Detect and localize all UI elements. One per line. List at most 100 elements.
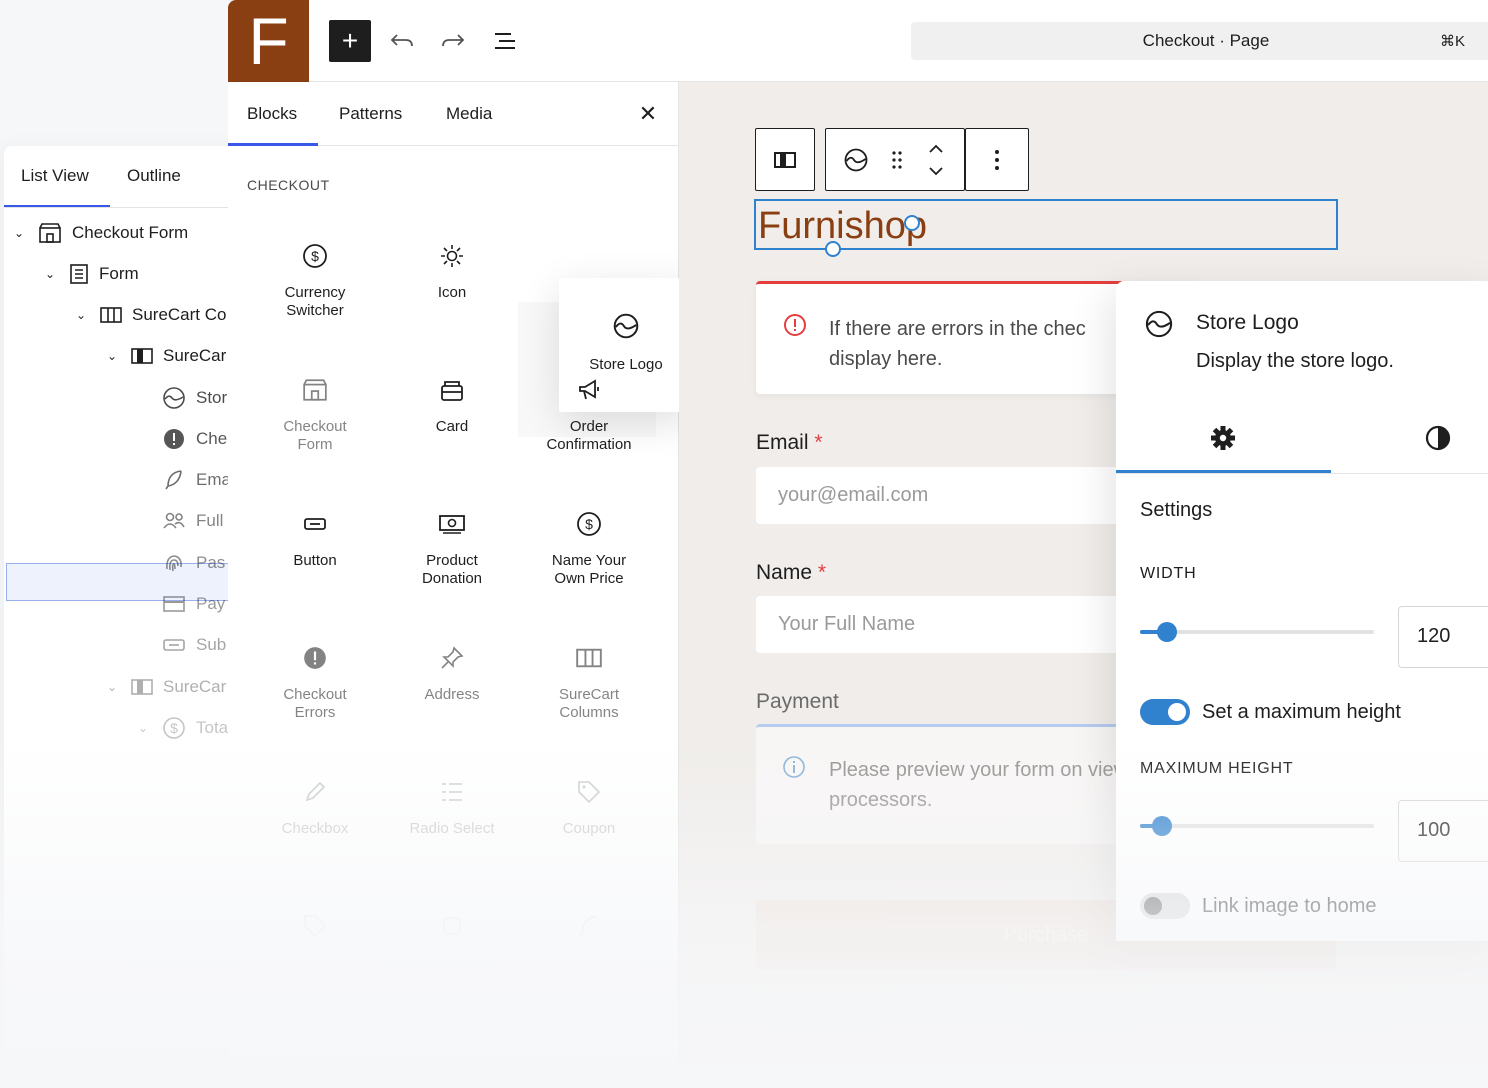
block-checkout-errors[interactable]: Checkout Errors	[250, 614, 380, 734]
list-item-label: SureCar	[163, 346, 227, 365]
width-slider-thumb[interactable]	[1157, 622, 1177, 642]
tab-patterns[interactable]: Patterns	[339, 82, 402, 146]
name-label-text: Name	[756, 561, 813, 584]
chevron-down-icon[interactable]: ⌄	[76, 308, 90, 322]
move-up-down-icon[interactable]	[908, 130, 964, 190]
toggle-knob	[1144, 897, 1162, 915]
list-item-label: Form	[99, 264, 139, 283]
chevron-down-icon[interactable]: ⌄	[138, 721, 152, 735]
block-checkout-form[interactable]: Checkout Form	[250, 346, 380, 466]
block-coupon[interactable]: Coupon	[524, 748, 654, 868]
tab-blocks[interactable]: Blocks	[247, 82, 297, 146]
width-input[interactable]: 120	[1398, 606, 1488, 668]
list-item[interactable]: Pas	[162, 543, 225, 583]
list-item[interactable]: ⌄ $ Tota	[138, 708, 228, 748]
chevron-down-icon[interactable]: ⌄	[107, 680, 121, 694]
resize-handle-bottom[interactable]	[825, 241, 841, 257]
tag-icon	[301, 912, 329, 940]
redo-icon[interactable]	[438, 26, 468, 56]
list-item-label: Che	[196, 429, 228, 448]
block-faded	[387, 882, 517, 1002]
list-item[interactable]: Sub	[162, 625, 226, 665]
list-item[interactable]: ⌄ SureCar	[107, 667, 226, 707]
email-label-text: Email	[756, 431, 809, 454]
currency-icon: $	[301, 242, 329, 270]
block-type-button[interactable]	[826, 130, 886, 190]
list-item[interactable]: ⌄ Form	[45, 254, 139, 294]
shortcut-hint: ⌘K	[1439, 33, 1465, 50]
chevron-down-icon[interactable]: ⌄	[107, 349, 121, 363]
columns-icon	[100, 306, 122, 324]
site-logo-button[interactable]: F	[228, 0, 309, 82]
block-label: SureCart Columns	[558, 686, 620, 721]
store-logo-block[interactable]: Furnishop	[754, 199, 1338, 257]
list-item-label: Sub	[196, 635, 227, 654]
list-item[interactable]: Pay	[162, 584, 225, 624]
list-item[interactable]: ⌄ SureCar	[107, 336, 226, 376]
block-name-your-own-price[interactable]: $ Name Your Own Price	[524, 480, 654, 600]
more-options-icon[interactable]	[966, 130, 1028, 190]
styles-contrast-icon[interactable]	[1424, 424, 1452, 452]
block-icon[interactable]: Icon	[387, 212, 517, 332]
name-label: Name *	[756, 561, 826, 585]
block-product-donation[interactable]: Product Donation	[387, 480, 517, 600]
document-overview-icon[interactable]	[490, 26, 520, 56]
column-icon	[131, 347, 153, 365]
list-item[interactable]: ⌄ Checkout Form	[14, 213, 188, 253]
svg-text:$: $	[170, 720, 178, 736]
store-icon	[38, 222, 62, 244]
block-currency-switcher[interactable]: $ Currency Switcher	[250, 212, 380, 332]
tab-list-view[interactable]: List View	[4, 146, 110, 207]
block-label: Coupon	[562, 820, 616, 837]
max-height-slider-thumb[interactable]	[1152, 816, 1172, 836]
pencil-icon	[301, 778, 329, 806]
block-description: Display the store logo.	[1196, 350, 1394, 372]
svg-text:$: $	[585, 516, 593, 532]
gear-icon[interactable]	[1209, 424, 1237, 452]
select-parent-button[interactable]	[756, 130, 814, 190]
block-card[interactable]: Card	[387, 346, 517, 466]
block-inserter: Blocks Patterns Media ✕ CHECKOUT $ Curre…	[228, 82, 693, 1088]
block-radio-select[interactable]: Radio Select	[387, 748, 517, 868]
block-address[interactable]: Address	[387, 614, 517, 734]
command-palette-bar[interactable]: Checkout · Page ⌘K	[911, 22, 1488, 60]
link-to-home-toggle[interactable]	[1140, 893, 1190, 919]
list-item[interactable]: Full	[162, 501, 223, 541]
list-item-label: Stor	[196, 388, 228, 407]
block-label: Card	[435, 418, 469, 435]
megaphone-icon	[575, 376, 603, 404]
list-item[interactable]: Ema	[162, 460, 231, 500]
undo-icon[interactable]	[387, 26, 417, 56]
list-item-label: SureCart Co	[132, 305, 227, 324]
inserter-tabs: Blocks Patterns Media ✕	[228, 82, 678, 146]
chevron-down-icon[interactable]: ⌄	[45, 267, 59, 281]
block-button[interactable]: Button	[250, 480, 380, 600]
block-checkbox[interactable]: Checkbox	[250, 748, 380, 868]
block-faded	[250, 882, 380, 1002]
tab-outline[interactable]: Outline	[110, 146, 198, 207]
tab-media[interactable]: Media	[446, 82, 492, 146]
store-logo-icon	[843, 147, 869, 173]
currency-icon: $	[575, 510, 603, 538]
max-height-toggle[interactable]	[1140, 699, 1190, 725]
max-height-slider[interactable]	[1140, 816, 1374, 836]
drag-handle-icon[interactable]	[886, 130, 908, 190]
resize-handle-right[interactable]	[904, 215, 920, 231]
block-settings-sidebar: Store Logo Display the store logo. Setti…	[1116, 281, 1488, 941]
chevron-down-icon[interactable]: ⌄	[14, 226, 28, 240]
feather-icon	[575, 912, 603, 940]
block-title: Store Logo	[1196, 311, 1299, 334]
max-height-input[interactable]: 100	[1398, 800, 1488, 862]
add-block-button[interactable]: +	[329, 20, 371, 62]
list-icon	[438, 778, 466, 806]
list-item[interactable]: Che	[162, 419, 227, 459]
toggle-knob	[1168, 703, 1186, 721]
required-mark: *	[817, 561, 827, 584]
close-icon[interactable]: ✕	[636, 102, 660, 126]
list-item[interactable]: Stor	[162, 378, 227, 418]
block-order-confirmation[interactable]: Order Confirmation	[524, 346, 654, 466]
block-surecart-columns[interactable]: SureCart Columns	[524, 614, 654, 734]
list-item[interactable]: ⌄ SureCart Co	[76, 295, 226, 335]
width-slider[interactable]	[1140, 622, 1374, 642]
block-label: Name Your Own Price	[551, 552, 627, 587]
